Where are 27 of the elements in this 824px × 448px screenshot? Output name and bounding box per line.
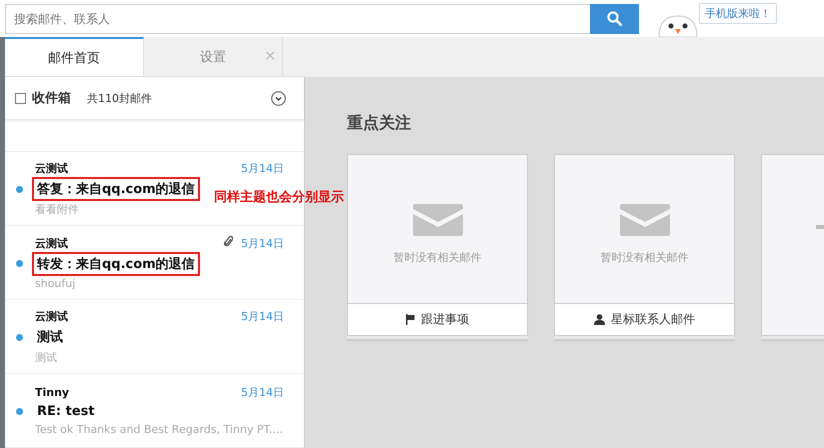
- card-footer-button[interactable]: 跟进事项: [348, 303, 527, 335]
- message-preview: shoufuj: [35, 277, 76, 290]
- sender-name: 云测试: [35, 308, 68, 324]
- message-subject: RE: test: [36, 403, 96, 421]
- tab[interactable]: 邮件首页: [5, 37, 144, 76]
- message-preview: Test ok Thanks and Best Regards, Tinny PT....: [35, 423, 284, 436]
- annotation-text: 同样主题也会分别显示: [214, 188, 344, 206]
- message-date: 5月14日: [224, 235, 284, 251]
- card-footer-button[interactable]: 星标联系人邮件: [555, 303, 734, 335]
- message-date: 5月14日: [241, 385, 284, 400]
- empty-message: 暂时没有相关邮件: [394, 250, 482, 264]
- empty-message: 暂时没有相关邮件: [600, 250, 688, 264]
- message-date: 5月14日: [241, 160, 284, 176]
- folder-name: 收件箱: [32, 90, 71, 107]
- message-date: 5月14日: [241, 308, 284, 324]
- sender-name: Tinny: [35, 386, 70, 399]
- message-preview: 看看附件: [35, 202, 80, 216]
- message-subject: 答复：来自qq.com的退信: [32, 176, 200, 200]
- mail-count: 共110封邮件: [87, 90, 152, 106]
- section-title: 重点关注: [347, 113, 412, 134]
- message-subject: 测试: [36, 328, 64, 346]
- sender-name: 云测试: [35, 160, 68, 176]
- promo-bubble[interactable]: 手机版来啦！: [699, 3, 777, 24]
- message-subject: 转发：来自qq.com的退信: [32, 252, 200, 276]
- sender-name: 云测试: [35, 236, 68, 250]
- search-field[interactable]: 搜索邮件、联系人: [5, 4, 590, 34]
- message-preview: 测试: [35, 350, 58, 364]
